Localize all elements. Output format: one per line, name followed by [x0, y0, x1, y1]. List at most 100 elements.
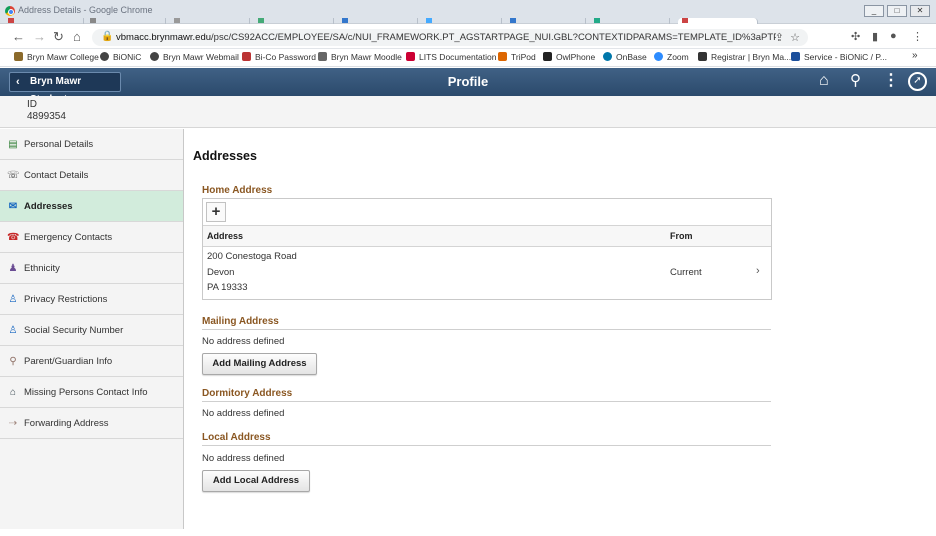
page-header-title: Profile — [447, 74, 489, 89]
reload-icon[interactable]: ↻ — [53, 29, 64, 45]
bookmark-service-bionic[interactable]: Service - BiONiC / P... — [791, 52, 887, 62]
address-line-2: Devon — [207, 267, 235, 278]
back-arrow-icon[interactable]: ← — [12, 29, 25, 45]
browser-tab[interactable] — [170, 18, 250, 24]
search-icon[interactable]: ⚲ — [850, 72, 861, 90]
browser-toolbar: ← → ↻ ⌂ 🔒 vbmacc.brynmawr.edu/psc/CS92AC… — [0, 25, 936, 49]
addresses-panel: Addresses Home Address + Address From 20… — [185, 129, 936, 529]
house-people-icon: ⌂ — [9, 387, 17, 398]
sidebar-item-label: Missing Persons Contact Info — [24, 387, 148, 398]
guardian-icon: ⚲ — [9, 356, 17, 367]
sidebar-item-parent-guardian-info[interactable]: ⚲ Parent/Guardian Info — [0, 346, 183, 377]
bookmark-registrar[interactable]: Registrar | Bryn Ma... — [698, 52, 791, 62]
forwarding-icon: ⇢ — [8, 418, 18, 429]
bookmark-zoom[interactable]: Zoom — [654, 52, 689, 62]
sidebar-item-personal-details[interactable]: ▤ Personal Details — [0, 129, 183, 160]
dormitory-address-header: Dormitory Address — [202, 388, 293, 399]
url-bar[interactable]: 🔒 vbmacc.brynmawr.edu/psc/CS92ACC/EMPLOY… — [92, 29, 808, 46]
sidebar-item-label: Emergency Contacts — [24, 232, 113, 243]
sidebar-item-label: Privacy Restrictions — [24, 294, 108, 305]
id-card-icon: ▤ — [8, 139, 18, 150]
profile-avatar-icon[interactable]: ● — [890, 30, 897, 42]
browser-tab[interactable] — [338, 18, 418, 24]
bookmark-favicon-icon — [242, 52, 251, 61]
share-icon[interactable]: ⇪ — [775, 31, 784, 44]
browser-tab[interactable] — [4, 18, 84, 24]
bookmark-favicon-icon — [603, 52, 612, 61]
sidebar-item-addresses[interactable]: ✉ Addresses — [0, 191, 183, 222]
bookmark-favicon-icon — [406, 52, 415, 61]
chevron-right-icon[interactable]: › — [756, 265, 760, 277]
browser-tab[interactable] — [590, 18, 670, 24]
forward-arrow-icon[interactable]: → — [33, 29, 46, 45]
side-panel-icon[interactable]: ▮ — [872, 30, 878, 43]
bookmark-favicon-icon — [543, 52, 552, 61]
bookmark-webmail[interactable]: Bryn Mawr Webmail — [150, 52, 239, 62]
add-local-address-button[interactable]: Add Local Address — [202, 470, 310, 492]
sidebar-item-missing-persons-contact-info[interactable]: ⌂ Missing Persons Contact Info — [0, 377, 183, 408]
navbar-compass-icon[interactable]: ➚ — [908, 72, 927, 91]
bookmark-favicon-icon — [654, 52, 663, 61]
home-icon[interactable]: ⌂ — [819, 72, 829, 90]
home-address-header: Home Address — [202, 185, 273, 196]
sidebar-item-ethnicity[interactable]: ♟ Ethnicity — [0, 253, 183, 284]
section-divider — [202, 445, 771, 446]
column-header-address: Address — [207, 231, 244, 241]
people-icon: ♟ — [8, 263, 18, 274]
bookmark-favicon-icon — [498, 52, 507, 61]
extensions-icon[interactable]: ✣ — [851, 30, 860, 43]
minimize-button[interactable]: _ — [864, 5, 884, 17]
browser-tab[interactable] — [422, 18, 502, 24]
privacy-person-icon: ♙ — [8, 294, 18, 305]
bookmark-bryn-mawr-college[interactable]: Bryn Mawr College — [14, 52, 99, 62]
emergency-phone-icon: ☎ — [7, 232, 20, 243]
close-window-button[interactable]: ✕ — [910, 5, 930, 17]
bookmark-bionic[interactable]: BiONiC — [100, 52, 141, 62]
sidebar-item-label: Social Security Number — [24, 325, 124, 336]
sidebar-item-social-security-number[interactable]: ♙ Social Security Number — [0, 315, 183, 346]
browser-tab[interactable] — [86, 18, 166, 24]
home-address-grid: + Address From 200 Conestoga Road Devon … — [202, 198, 772, 300]
sidebar-item-label: Addresses — [24, 201, 73, 212]
add-mailing-address-button[interactable]: Add Mailing Address — [202, 353, 317, 375]
browser-tab-active[interactable] — [678, 18, 758, 24]
browser-tab[interactable] — [254, 18, 334, 24]
sidebar-item-label: Personal Details — [24, 139, 94, 150]
student-id-strip: ID 4899354 — [0, 96, 936, 128]
sidebar-item-forwarding-address[interactable]: ⇢ Forwarding Address — [0, 408, 183, 439]
bookmark-onbase[interactable]: OnBase — [603, 52, 647, 62]
sidebar-item-contact-details[interactable]: ☏ Contact Details — [0, 160, 183, 191]
section-divider — [202, 329, 771, 330]
local-address-header: Local Address — [202, 432, 271, 443]
home-icon[interactable]: ⌂ — [73, 29, 81, 45]
bookmark-owlphone[interactable]: OwlPhone — [543, 52, 595, 62]
bookmark-favicon-icon — [150, 52, 159, 61]
mailing-address-header: Mailing Address — [202, 316, 279, 327]
actions-menu-icon[interactable]: ⋮ — [883, 72, 899, 90]
sidebar-item-privacy-restrictions[interactable]: ♙ Privacy Restrictions — [0, 284, 183, 315]
chrome-menu-icon[interactable]: ⋮ — [912, 30, 923, 43]
url-text: vbmacc.brynmawr.edu/psc/CS92ACC/EMPLOYEE… — [116, 32, 776, 43]
bookmark-star-icon[interactable]: ☆ — [790, 31, 800, 44]
bookmark-lits-documentation[interactable]: LITS Documentation — [406, 52, 496, 62]
bookmark-moodle[interactable]: Bryn Mawr Moodle — [318, 52, 402, 62]
column-header-from: From — [670, 231, 693, 241]
app-header: ‹ Bryn Mawr Students Profile ⌂ ⚲ ⋮ ➚ — [0, 68, 936, 105]
bookmark-favicon-icon — [698, 52, 707, 61]
mailing-address-empty-text: No address defined — [202, 336, 285, 347]
more-bookmarks-icon[interactable]: » — [912, 50, 918, 61]
lock-icon[interactable]: 🔒 — [101, 31, 113, 42]
maximize-button[interactable]: □ — [887, 5, 907, 17]
bookmark-favicon-icon — [14, 52, 23, 61]
bookmark-bico-password[interactable]: Bi-Co Password — [242, 52, 316, 62]
sidebar-item-label: Ethnicity — [24, 263, 60, 274]
window-controls: _ □ ✕ — [864, 5, 930, 17]
id-value: 4899354 — [27, 111, 66, 122]
bookmark-tripod[interactable]: TriPod — [498, 52, 536, 62]
browser-tab[interactable] — [506, 18, 586, 24]
home-address-grid-header: Address From — [203, 225, 771, 247]
sidebar-item-emergency-contacts[interactable]: ☎ Emergency Contacts — [0, 222, 183, 253]
add-home-address-button[interactable]: + — [206, 202, 226, 222]
id-label: ID — [27, 99, 37, 110]
bookmark-favicon-icon — [100, 52, 109, 61]
